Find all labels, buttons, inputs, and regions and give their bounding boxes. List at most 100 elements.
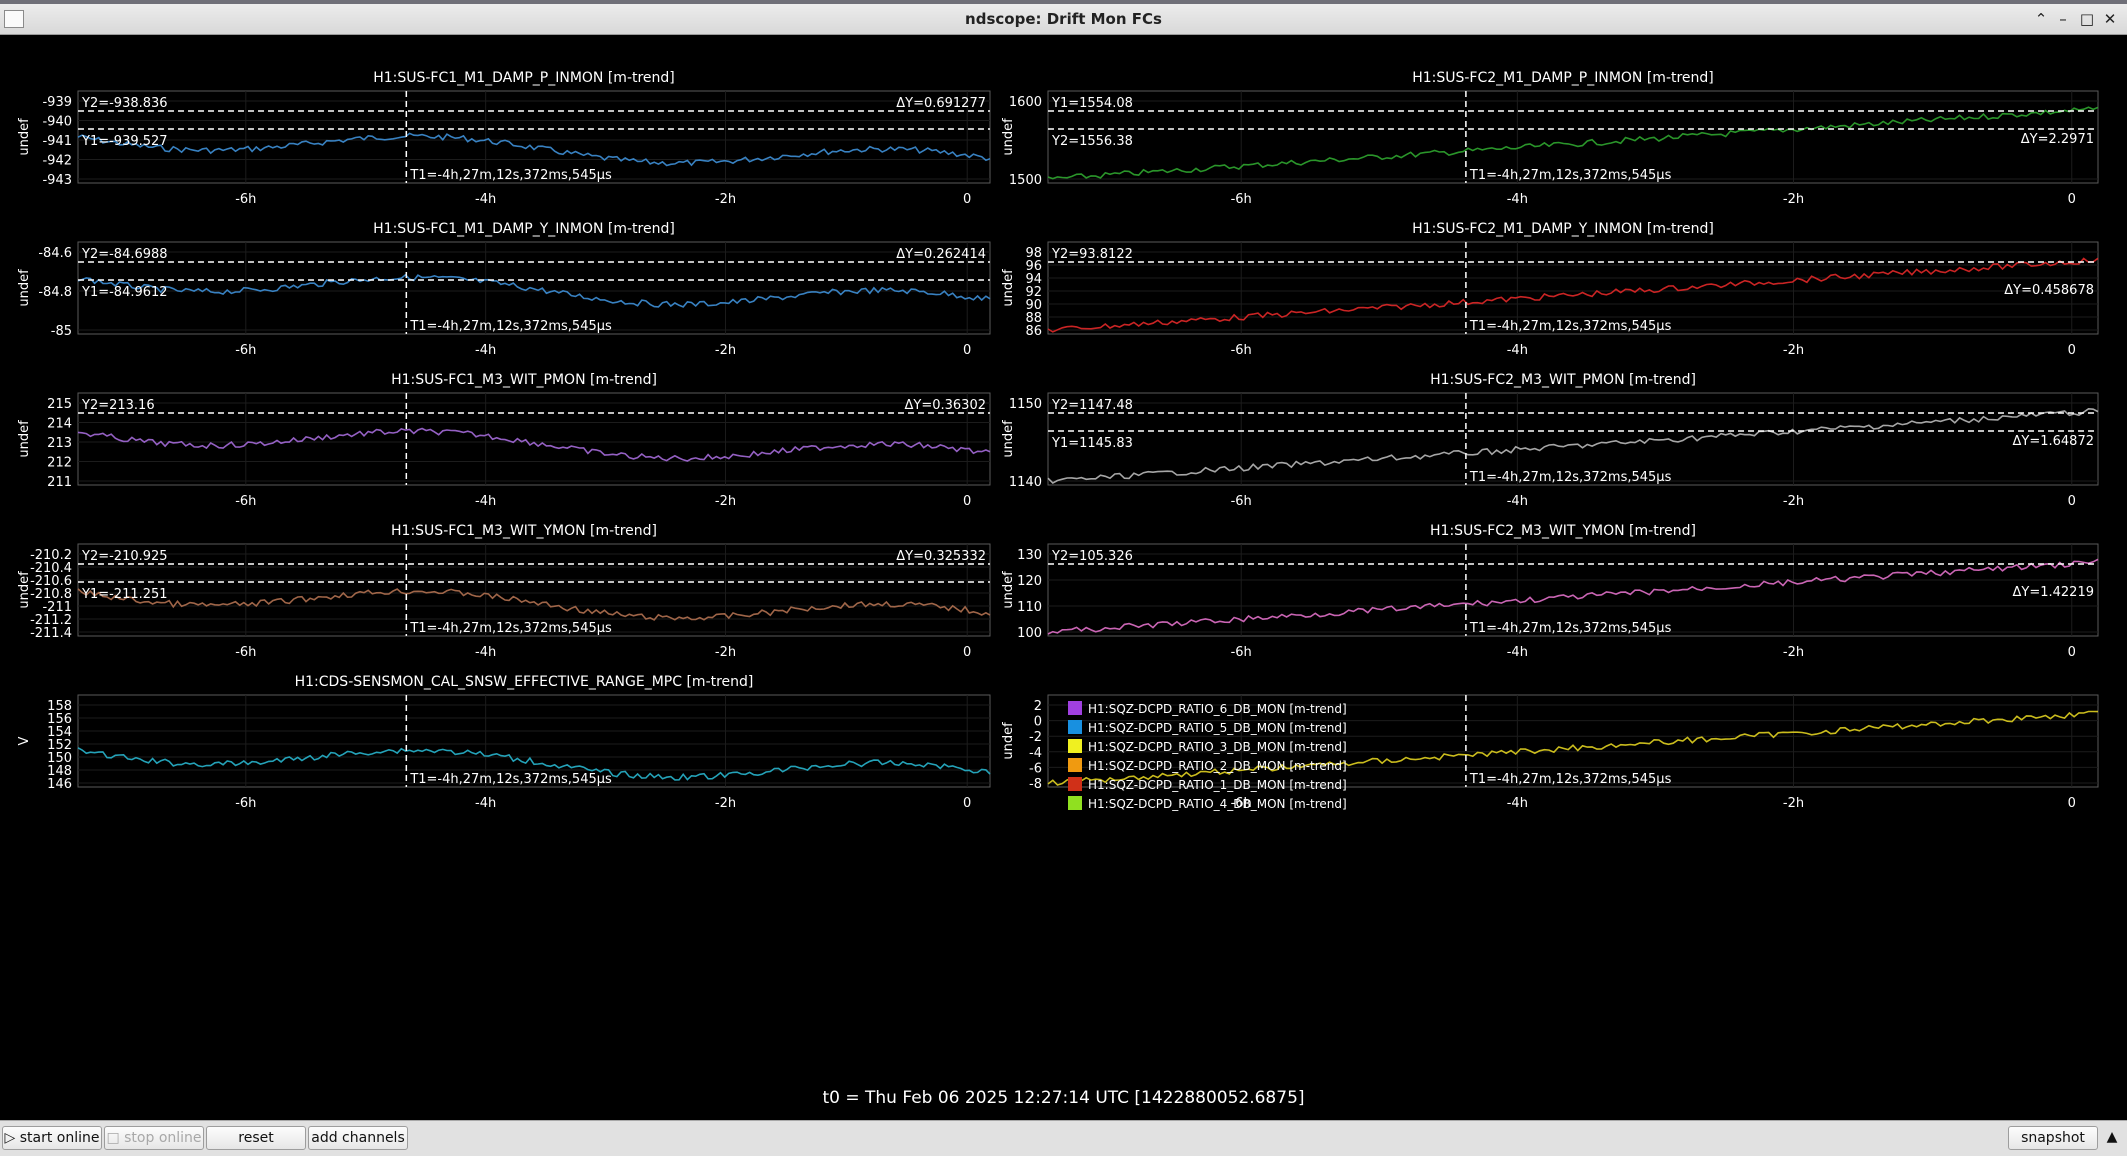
x-tick-label: -2h <box>715 645 736 660</box>
plot-frame[interactable] <box>77 392 991 486</box>
t1-label: T1=-4h,27m,12s,372ms,545µs <box>1469 621 1672 636</box>
legend-swatch <box>1068 720 1082 734</box>
legend-entry: H1:SQZ-DCPD_RATIO_5_DB_MON [m-trend] <box>1088 721 1347 735</box>
plot-panel[interactable]: H1:SUS-FC1_M1_DAMP_Y_INMON [m-trend] unde… <box>17 221 991 358</box>
y-tick-label: 0 <box>1034 715 1042 730</box>
snapshot-button[interactable]: snapshot <box>2008 1126 2098 1150</box>
y-tick-label: -6 <box>1029 761 1042 776</box>
window-titlebar[interactable]: ndscope: Drift Mon FCs ⌃ – □ ✕ <box>0 4 2127 35</box>
y-cursor-label: Y1=-939.527 <box>81 134 168 149</box>
x-tick-label: -6h <box>235 494 256 509</box>
delta-y-label: ΔY=0.458678 <box>2004 283 2094 298</box>
maximize-button[interactable]: □ <box>2077 9 2097 29</box>
y-tick-label: 1600 <box>1009 95 1042 110</box>
x-tick-label: -6h <box>1231 343 1252 358</box>
plot-panel[interactable]: H1:SUS-FC2_M3_WIT_YMON [m-trend] undef130… <box>1001 523 2099 660</box>
y-cursor-label: Y2=-84.6988 <box>81 247 168 262</box>
delta-y-label: ΔY=1.42219 <box>2013 585 2095 600</box>
overflow-arrow-icon[interactable]: ▲ <box>2100 1126 2124 1150</box>
plot-panel[interactable]: H1:SUS-FC1_M1_DAMP_P_INMON [m-trend] unde… <box>17 70 991 207</box>
x-tick-label: -4h <box>475 192 496 207</box>
x-tick-label: -2h <box>1783 645 1804 660</box>
window-title: ndscope: Drift Mon FCs <box>965 10 1162 28</box>
y-tick-label: 146 <box>47 777 72 792</box>
t1-label: T1=-4h,27m,12s,372ms,545µs <box>409 772 612 787</box>
plot-panel[interactable]: H1:SUS-FC1_M3_WIT_YMON [m-trend]undef-21… <box>17 523 991 660</box>
add-channels-button[interactable]: add channels <box>308 1126 408 1150</box>
x-tick-label: -6h <box>235 645 256 660</box>
x-tick-label: -4h <box>475 343 496 358</box>
y-tick-label: 213 <box>47 436 72 451</box>
y-cursor-label: Y2=105.326 <box>1051 549 1133 564</box>
x-tick-label: 0 <box>2068 192 2076 207</box>
x-tick-label: -6h <box>235 192 256 207</box>
y-tick-label: -4 <box>1029 746 1042 761</box>
x-tick-label: -4h <box>475 796 496 811</box>
y-tick-label: 211 <box>47 475 72 490</box>
delta-y-label: ΔY=0.691277 <box>896 96 986 111</box>
y-tick-label: -943 <box>42 173 72 188</box>
delta-y-label: ΔY=0.325332 <box>896 549 986 564</box>
plot-panel[interactable]: H1:SUS-FC2_M1_DAMP_P_INMON [m-trend] unde… <box>1001 70 2099 207</box>
x-tick-label: 0 <box>2068 343 2076 358</box>
plot-panel[interactable]: H1:SUS-FC2_M3_WIT_PMON [m-trend] undef 115… <box>1001 372 2099 509</box>
close-button[interactable]: ✕ <box>2100 9 2120 29</box>
x-tick-label: -4h <box>475 645 496 660</box>
y-cursor-label: Y2=93.8122 <box>1051 247 1133 262</box>
plot-panel[interactable]: H1:CDS-SENSMON_CAL_SNSW_EFFECTIVE_RANGE_… <box>17 674 991 811</box>
y-tick-label: 1500 <box>1009 173 1042 188</box>
y-axis-label: undef <box>1001 118 1016 156</box>
reset-button[interactable]: reset <box>206 1126 306 1150</box>
plot-title: H1:SUS-FC2_M1_DAMP_Y_INMON [m-trend] <box>1412 221 1714 237</box>
y-tick-label: 130 <box>1017 548 1042 563</box>
y-tick-label: -84.8 <box>38 285 72 300</box>
t0-label: t0 = Thu Feb 06 2025 12:27:14 UTC [14228… <box>822 1088 1305 1108</box>
stop-online-button[interactable]: □ stop online <box>104 1126 204 1150</box>
y-tick-label: -84.6 <box>38 246 72 261</box>
x-tick-label: 0 <box>2068 645 2076 660</box>
minimize-button[interactable]: – <box>2053 9 2073 29</box>
plot-panel[interactable]: undef20-2-4-6-8-6h -4h -2h 0T1=-4h,27m,12s,… <box>1001 694 2099 811</box>
delta-y-label: ΔY=0.36302 <box>905 398 987 413</box>
x-tick-label: 0 <box>963 192 971 207</box>
y-tick-label: 1150 <box>1009 397 1042 412</box>
x-tick-label: -2h <box>715 494 736 509</box>
y-tick-label: -85 <box>51 324 72 339</box>
y-cursor-label: Y2=1556.38 <box>1051 134 1133 149</box>
plot-area[interactable]: H1:SUS-FC1_M1_DAMP_P_INMON [m-trend] unde… <box>0 35 2127 1120</box>
legend-entry: H1:SQZ-DCPD_RATIO_4_DB_MON [m-trend] <box>1088 797 1347 811</box>
keep-above-button[interactable]: ⌃ <box>2031 9 2051 29</box>
y-cursor-label: Y1=-211.251 <box>81 587 168 602</box>
y-tick-label: -939 <box>42 95 72 110</box>
x-tick-label: -2h <box>715 343 736 358</box>
plot-panel[interactable]: H1:SUS-FC2_M1_DAMP_Y_INMON [m-trend] unde… <box>1001 221 2099 358</box>
y-axis-label: V <box>17 736 32 745</box>
start-online-button[interactable]: ▷ start online <box>2 1126 102 1150</box>
y-tick-label: 120 <box>1017 574 1042 589</box>
x-tick-label: 0 <box>963 796 971 811</box>
y-axis-label: undef <box>17 118 32 156</box>
legend-swatch <box>1068 758 1082 772</box>
x-tick-label: 0 <box>963 343 971 358</box>
plot-title: H1:SUS-FC2_M1_DAMP_P_INMON [m-trend] <box>1412 70 1714 86</box>
legend-swatch <box>1068 701 1082 715</box>
stop-icon: □ <box>106 1130 125 1146</box>
x-tick-label: -6h <box>1231 192 1252 207</box>
x-tick-label: -6h <box>235 796 256 811</box>
x-tick-label: -4h <box>1507 343 1528 358</box>
x-tick-label: -2h <box>1783 343 1804 358</box>
x-tick-label: -4h <box>1507 192 1528 207</box>
t1-label: T1=-4h,27m,12s,372ms,545µs <box>409 319 612 334</box>
play-icon: ▷ <box>4 1130 20 1146</box>
x-tick-label: -4h <box>1507 494 1528 509</box>
y-cursor-label: Y2=-938.836 <box>81 96 168 111</box>
plot-title: H1:SUS-FC1_M1_DAMP_Y_INMON [m-trend] <box>373 221 675 237</box>
plot-panel[interactable]: H1:SUS-FC1_M3_WIT_PMON [m-trend] undef 215… <box>17 372 991 509</box>
y-tick-label: 214 <box>47 417 72 432</box>
x-tick-label: -2h <box>1783 494 1804 509</box>
plot-grid[interactable]: H1:SUS-FC1_M1_DAMP_P_INMON [m-trend] unde… <box>0 35 2127 1120</box>
y-axis-label: undef <box>1001 722 1016 760</box>
x-tick-label: -2h <box>1783 796 1804 811</box>
x-tick-label: 0 <box>2068 494 2076 509</box>
y-cursor-label: Y2=213.16 <box>81 398 155 413</box>
